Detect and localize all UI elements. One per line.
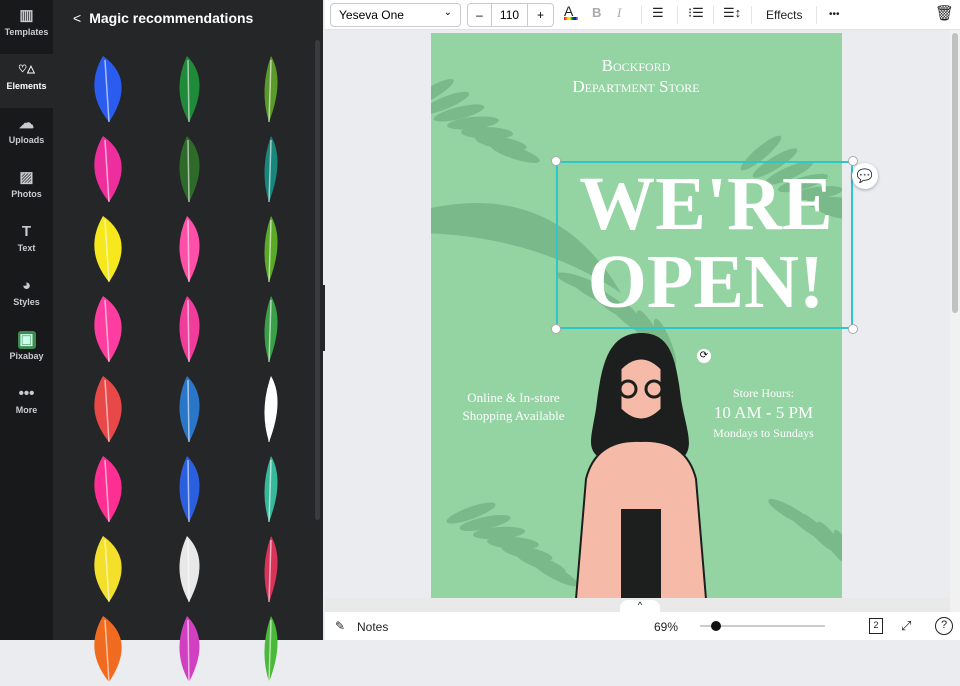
leaf-element-thumbnail[interactable]	[153, 290, 225, 366]
leaf-element-thumbnail[interactable]	[153, 610, 225, 686]
vertical-scrollbar[interactable]	[950, 30, 960, 612]
pixabay-icon: ▣	[17, 331, 36, 349]
leaf-element-thumbnail[interactable]	[73, 530, 145, 606]
effects-button[interactable]: Effects	[766, 8, 802, 22]
panel-title: Magic recommendations	[89, 10, 254, 26]
bottom-bar: ✎ Notes 69% 2 ⤢ ?	[325, 612, 960, 640]
bold-button[interactable]: B	[592, 5, 601, 20]
font-size-stepper[interactable]: – 110 +	[467, 3, 554, 27]
side-rail: ▥ Templates ♡△ Elements ☁ Uploads ▨ Photos T Text…	[0, 0, 53, 640]
leaf-element-thumbnail[interactable]	[233, 370, 305, 446]
notes-button[interactable]: Notes	[357, 620, 388, 634]
elements-icon: ♡△	[18, 64, 35, 75]
rail-item-uploads[interactable]: ☁ Uploads	[0, 108, 53, 162]
horizontal-scrollbar[interactable]: ^	[325, 598, 950, 612]
comment-icon[interactable]: 💬	[852, 163, 878, 189]
resize-handle[interactable]	[551, 324, 561, 334]
rotate-icon[interactable]: ⟳	[697, 349, 711, 363]
leaf-element-thumbnail[interactable]	[153, 370, 225, 446]
rail-item-elements[interactable]: ♡△ Elements	[0, 54, 53, 108]
more-options-button[interactable]: •••	[829, 9, 840, 20]
rail-label: Text	[17, 243, 36, 253]
rail-label: Styles	[13, 297, 40, 307]
leaf-element-thumbnail[interactable]	[153, 530, 225, 606]
leaf-element-thumbnail[interactable]	[73, 290, 145, 366]
fullscreen-icon[interactable]: ⤢	[901, 618, 911, 634]
store-name-line1[interactable]: Bockford	[551, 55, 721, 76]
rail-label: Templates	[4, 27, 49, 37]
hours-value[interactable]: 10 AM - 5 PM	[696, 403, 831, 423]
toolbar: Yeseva One ⌄ – 110 + A B I ☰ ⁝☰ ☰↕ Effect…	[325, 0, 960, 30]
rail-item-more[interactable]: ••• More	[0, 378, 53, 432]
leaf-element-thumbnail[interactable]	[233, 50, 305, 126]
leaf-element-thumbnail[interactable]	[153, 210, 225, 286]
italic-button[interactable]: I	[617, 5, 621, 21]
more-icon: •••	[18, 385, 35, 402]
leaf-element-thumbnail[interactable]	[233, 290, 305, 366]
spacing-icon[interactable]: ☰↕	[723, 5, 741, 21]
rail-item-pixabay[interactable]: ▣ Pixabay	[0, 324, 53, 378]
leaf-element-thumbnail[interactable]	[233, 450, 305, 526]
store-name-line2[interactable]: Department Store	[551, 76, 721, 97]
leaf-element-thumbnail[interactable]	[73, 210, 145, 286]
rail-item-templates[interactable]: ▥ Templates	[0, 0, 53, 54]
chevron-up-icon[interactable]: ^	[620, 600, 660, 612]
selection-box[interactable]	[556, 161, 853, 329]
rail-label: More	[15, 405, 38, 415]
rail-label: Photos	[11, 189, 42, 199]
align-center-icon[interactable]: ☰	[652, 5, 664, 21]
leaf-element-thumbnail[interactable]	[73, 370, 145, 446]
palette-icon: ◕	[21, 277, 32, 294]
chevron-left-icon: <	[73, 10, 82, 26]
help-icon[interactable]: ?	[935, 617, 953, 635]
leaf-element-thumbnail[interactable]	[73, 450, 145, 526]
pages-button[interactable]: 2	[869, 618, 883, 634]
rail-item-styles[interactable]: ◕ Styles	[0, 270, 53, 324]
leaf-element-thumbnail[interactable]	[73, 610, 145, 686]
list-icon[interactable]: ⁝☰	[688, 5, 704, 21]
increase-size-button[interactable]: +	[528, 4, 553, 26]
font-name: Yeseva One	[339, 8, 404, 22]
font-dropdown[interactable]: Yeseva One ⌄	[330, 3, 461, 27]
leaf-element-thumbnail[interactable]	[153, 450, 225, 526]
leaf-element-thumbnail[interactable]	[153, 130, 225, 206]
leaf-element-thumbnail[interactable]	[233, 610, 305, 686]
leaf-element-thumbnail[interactable]	[73, 130, 145, 206]
panel-scrollbar[interactable]	[315, 40, 320, 520]
upload-icon: ☁	[19, 115, 34, 132]
leaf-element-thumbnail[interactable]	[73, 50, 145, 126]
resize-handle[interactable]	[848, 324, 858, 334]
text-icon: T	[21, 223, 32, 240]
hours-label[interactable]: Store Hours:	[696, 383, 831, 403]
leaf-element-thumbnail[interactable]	[233, 210, 305, 286]
leaf-element-thumbnail[interactable]	[233, 530, 305, 606]
rail-label: Uploads	[8, 135, 45, 145]
zoom-slider[interactable]	[700, 621, 825, 631]
rail-label: Pixabay	[9, 351, 44, 361]
leaf-element-thumbnail[interactable]	[153, 50, 225, 126]
trash-icon[interactable]: 🗑	[935, 4, 954, 22]
resize-handle[interactable]	[551, 156, 561, 166]
templates-icon: ▥	[19, 7, 34, 24]
decrease-size-button[interactable]: –	[468, 4, 492, 26]
leaf-element-thumbnail[interactable]	[233, 130, 305, 206]
shopping-line1[interactable]: Online & In-store	[451, 389, 576, 407]
zoom-slider-knob[interactable]	[710, 621, 721, 631]
woman-illustration[interactable]	[566, 329, 716, 598]
rail-label: Elements	[6, 81, 47, 91]
rail-item-text[interactable]: T Text	[0, 216, 53, 270]
photos-icon: ▨	[19, 169, 34, 186]
chevron-down-icon: ⌄	[443, 7, 452, 18]
hours-days[interactable]: Mondays to Sundays	[696, 423, 831, 443]
elements-panel: < Magic recommendations	[53, 0, 323, 683]
zoom-percent[interactable]: 69%	[654, 620, 678, 634]
text-color-button[interactable]: A	[564, 3, 578, 20]
shopping-line2[interactable]: Shopping Available	[451, 407, 576, 425]
rail-item-photos[interactable]: ▨ Photos	[0, 162, 53, 216]
font-size-input[interactable]: 110	[492, 4, 528, 26]
notes-icon[interactable]: ✎	[335, 619, 345, 633]
back-button[interactable]: < Magic recommendations	[73, 10, 253, 26]
